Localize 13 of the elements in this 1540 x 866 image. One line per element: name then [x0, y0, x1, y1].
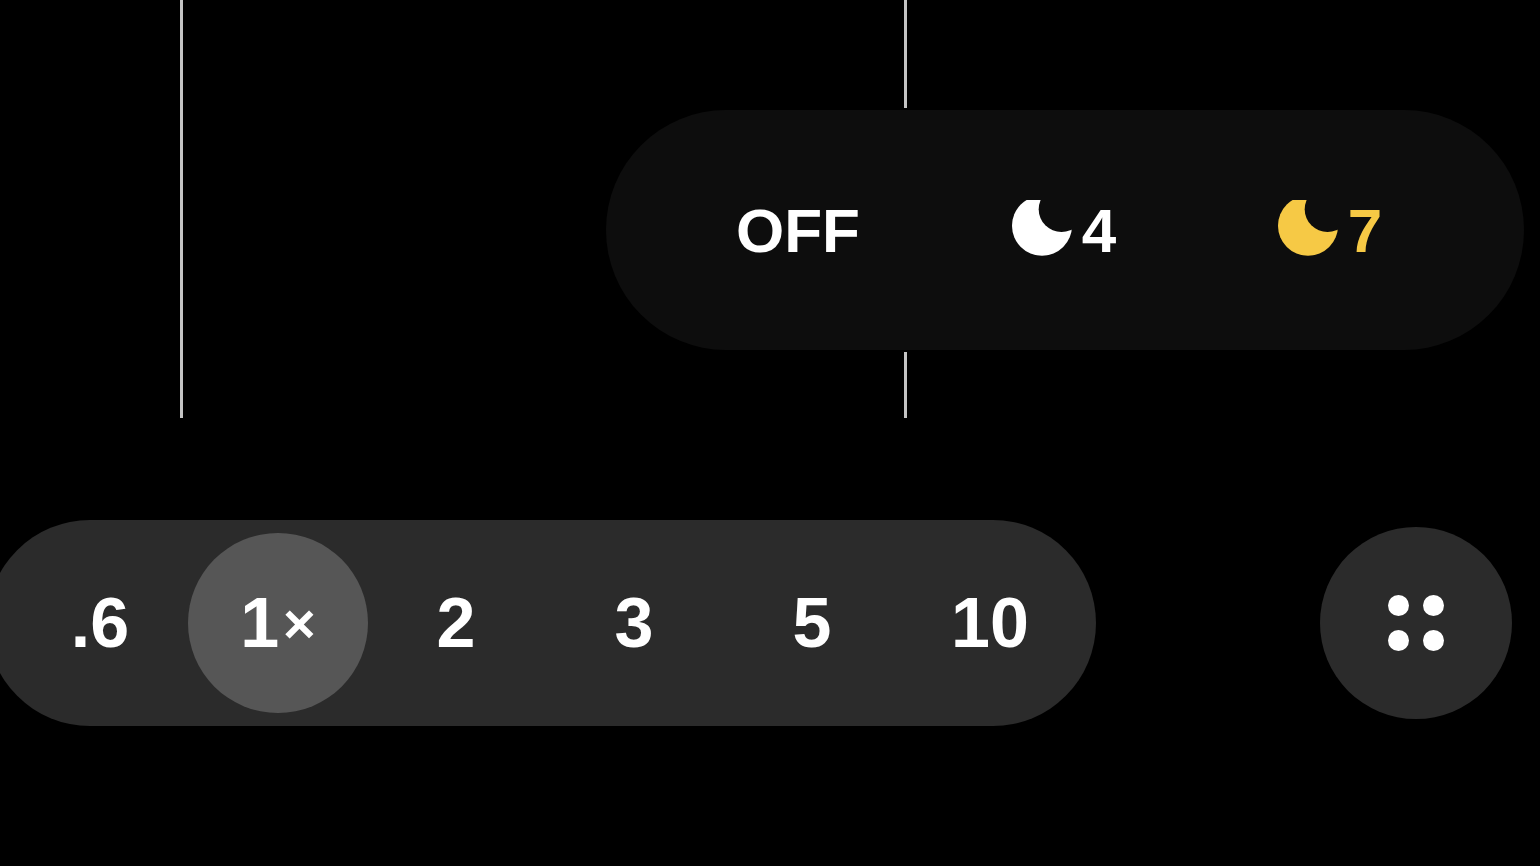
- night-mode-option[interactable]: OFF: [688, 182, 908, 278]
- zoom-level-button[interactable]: 3: [545, 533, 723, 713]
- moon-icon: [1277, 200, 1338, 256]
- zoom-level-button[interactable]: .6: [11, 533, 189, 713]
- night-mode-option[interactable]: 4: [954, 182, 1174, 278]
- grid-line: [904, 352, 907, 418]
- zoom-level-button[interactable]: 2: [367, 533, 545, 713]
- four-dots-icon: [1388, 595, 1444, 651]
- moon-icon: [1011, 200, 1072, 256]
- zoom-level-button[interactable]: 10: [901, 533, 1079, 713]
- zoom-level-button[interactable]: 1×: [188, 533, 368, 713]
- zoom-level-button[interactable]: 5: [723, 533, 901, 713]
- night-mode-option[interactable]: 7: [1220, 182, 1440, 278]
